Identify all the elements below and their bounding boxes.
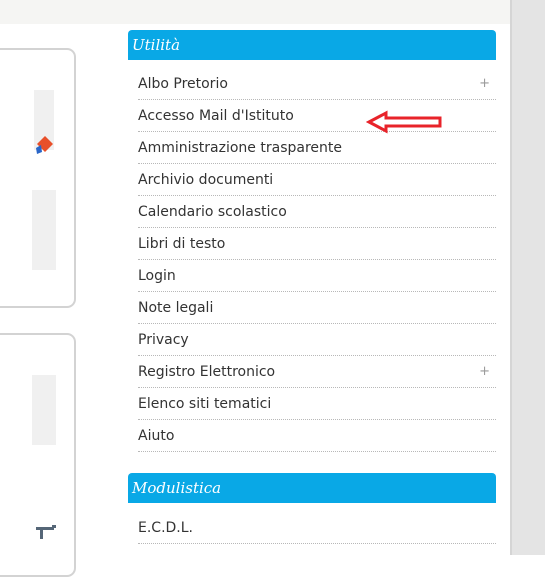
left-content-box xyxy=(0,48,76,308)
menu-item-privacy[interactable]: Privacy xyxy=(138,324,496,356)
menu-item-aiuto[interactable]: Aiuto xyxy=(138,420,496,452)
modulistica-menu: E.C.D.L. xyxy=(128,512,496,544)
menu-item-label: Accesso Mail d'Istituto xyxy=(138,108,294,124)
menu-item-label: Libri di testo xyxy=(138,236,226,252)
menu-item-label: Registro Elettronico xyxy=(138,364,276,380)
menu-item-login[interactable]: Login xyxy=(138,260,496,292)
menu-item-registro-elettronico[interactable]: Registro Elettronico + xyxy=(138,356,496,388)
menu-item-label: Calendario scolastico xyxy=(138,204,287,220)
menu-item-label: Albo Pretorio xyxy=(138,76,228,92)
menu-item-label: Aiuto xyxy=(138,428,175,444)
faded-image xyxy=(32,375,56,445)
menu-item-libri-di-testo[interactable]: Libri di testo xyxy=(138,228,496,260)
menu-item-ecdl[interactable]: E.C.D.L. xyxy=(138,512,496,544)
menu-item-label: Elenco siti tematici xyxy=(138,396,272,412)
menu-item-label: Archivio documenti xyxy=(138,172,274,188)
modulistica-widget: Modulistica E.C.D.L. xyxy=(128,473,496,544)
utilita-title: Utilità xyxy=(128,30,496,60)
page-top-strip xyxy=(0,0,512,24)
page-gutter xyxy=(512,0,545,555)
plus-icon[interactable]: + xyxy=(479,356,490,388)
colored-shape-icon xyxy=(36,136,53,154)
menu-item-label: Login xyxy=(138,268,176,284)
modulistica-title: Modulistica xyxy=(128,473,496,503)
menu-item-label: Amministrazione trasparente xyxy=(138,140,342,156)
menu-item-label: E.C.D.L. xyxy=(138,520,194,536)
utilita-widget: Utilità Albo Pretorio + Accesso Mail d'I… xyxy=(128,30,496,452)
menu-item-amministrazione-trasparente[interactable]: Amministrazione trasparente xyxy=(138,132,496,164)
menu-item-label: Note legali xyxy=(138,300,214,316)
menu-item-elenco-siti-tematici[interactable]: Elenco siti tematici xyxy=(138,388,496,420)
left-content-box xyxy=(0,333,76,577)
menu-item-label: Privacy xyxy=(138,332,189,348)
menu-item-calendario-scolastico[interactable]: Calendario scolastico xyxy=(138,196,496,228)
red-left-arrow-icon xyxy=(366,110,442,134)
menu-item-albo-pretorio[interactable]: Albo Pretorio + xyxy=(138,68,496,100)
menu-item-note-legali[interactable]: Note legali xyxy=(138,292,496,324)
faded-image xyxy=(32,190,56,270)
plus-icon[interactable]: + xyxy=(479,68,490,100)
tool-icon xyxy=(36,525,56,539)
menu-item-archivio-documenti[interactable]: Archivio documenti xyxy=(138,164,496,196)
